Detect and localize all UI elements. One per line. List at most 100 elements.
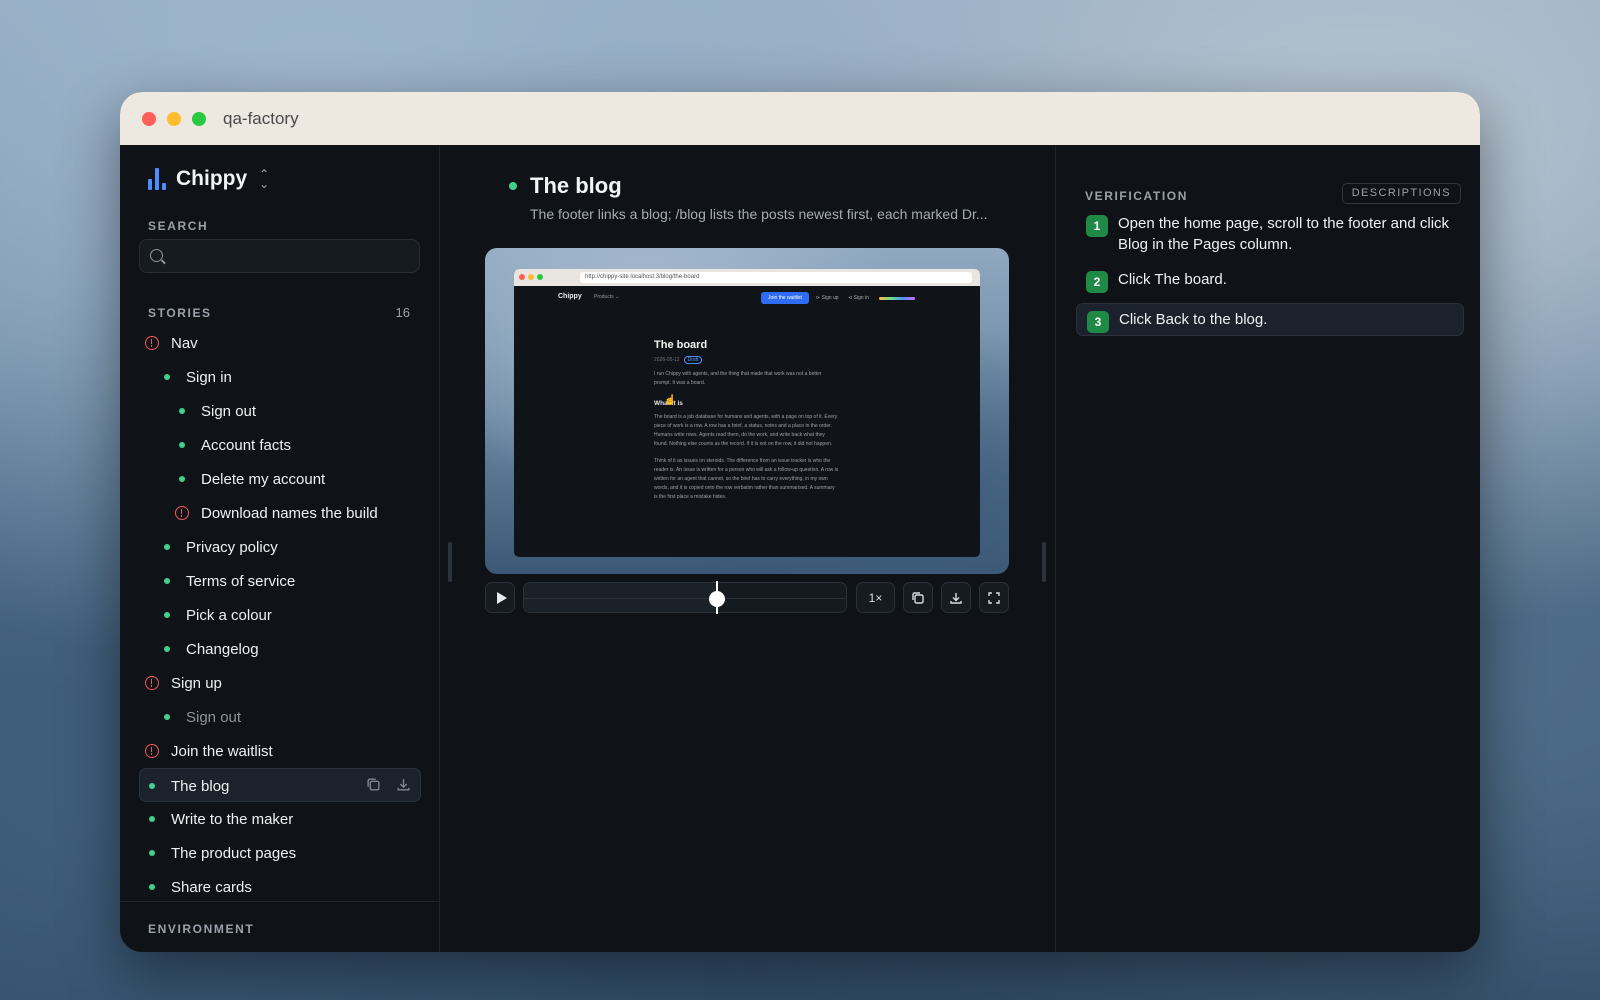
status-dot [149,850,155,856]
story-item[interactable]: Join the waitlist [139,734,421,768]
story-label: Share cards [171,879,252,896]
story-item[interactable]: Sign in [139,360,421,394]
copy-button[interactable] [903,582,933,613]
step-number: 2 [1086,271,1108,293]
story-label: Sign up [171,675,222,692]
preview-brand: Chippy [558,293,582,300]
preview-paragraph-2: Think of it as issues on steroids. The d… [654,458,839,500]
story-label: Account facts [201,437,292,454]
verification-steps: 1 Open the home page, scroll to the foote… [1076,208,1464,336]
status-dot [164,544,170,550]
story-item[interactable]: Sign out [139,394,421,428]
preview-section-heading: What it is [654,400,683,407]
preview-article-title: The board [654,339,708,351]
search-icon [150,249,163,262]
story-list: Nav Sign in Sign out Account facts Delete my… [139,326,421,904]
chevron-up-down-icon: ⌃ ⌄ [259,167,270,191]
playback-speed-button[interactable]: 1× [856,582,895,613]
preview-article-date: 2026-05-12 [654,357,680,363]
pointer-hand-icon: ☝ [664,395,677,406]
story-item[interactable]: The blog [139,768,421,802]
step-text: Open the home page, scroll to the footer… [1118,215,1450,253]
story-label: The blog [171,778,230,795]
fullscreen-button[interactable] [979,582,1009,613]
warning-icon [145,336,159,350]
brand-name: Chippy [176,167,248,190]
step-text: Click Back to the blog. [1119,311,1268,328]
status-dot [149,884,155,890]
download-button[interactable] [941,582,971,613]
download-story-button[interactable] [396,777,412,793]
story-label: Nav [171,335,198,352]
verification-label: VERIFICATION [1085,189,1188,203]
preview-article-meta: 2026-05-12 Draft [654,356,839,364]
story-label: The product pages [171,845,297,862]
preview-paragraph-1: The board is a job database for humans a… [654,414,838,447]
story-label: Join the waitlist [171,743,273,760]
copy-story-button[interactable] [366,777,382,793]
verification-panel: VERIFICATION DESCRIPTIONS 1 Open the home… [1056,145,1480,952]
download-icon [397,779,410,791]
warning-icon [145,744,159,758]
project-switcher[interactable]: Chippy ⌃ ⌄ [148,167,269,191]
step-number: 3 [1087,311,1109,333]
status-dot [149,816,155,822]
story-actions [366,777,412,793]
play-icon [496,591,507,604]
preview-title-bar: http://chippy-site.localhost:3/blog/the-… [514,269,980,286]
story-title: The blog [530,173,622,198]
search-box[interactable] [139,239,420,273]
zoom-window-button[interactable] [192,111,206,126]
story-item[interactable]: Delete my account [139,462,421,496]
preview-sign-in: ⊲ Sign in [848,295,869,301]
status-dot [179,476,185,482]
story-item[interactable]: Share cards [139,870,421,904]
story-label: Delete my account [201,471,326,488]
story-item[interactable]: Write to the maker [139,802,421,836]
story-label: Sign out [186,709,242,726]
story-item[interactable]: Nav [139,326,421,360]
preview-cta: Join the waitlist [761,292,809,304]
verification-step[interactable]: 2 Click The board. [1076,264,1464,295]
story-description: The footer links a blog; /blog lists the… [530,206,988,222]
search-input[interactable] [170,240,410,272]
close-window-button[interactable] [142,111,156,126]
chippy-logo-icon [148,168,166,190]
copy-icon [912,591,924,604]
story-label: Terms of service [186,573,296,590]
playhead-knob[interactable] [709,591,725,607]
story-item[interactable]: Account facts [139,428,421,462]
verification-step[interactable]: 3 Click Back to the blog. [1076,303,1464,336]
story-label: Sign out [201,403,257,420]
environment-label: ENVIRONMENT [148,922,255,936]
title-bar: qa-factory [120,92,1480,145]
preview-article-tag: Draft [683,356,703,364]
right-resize-handle[interactable] [1042,542,1046,582]
status-dot [164,714,170,720]
timeline-track [524,598,846,599]
story-item[interactable]: Sign up [139,666,421,700]
search-label: SEARCH [148,219,209,233]
story-item[interactable]: Terms of service [139,564,421,598]
playback-controls: 1× [485,581,1009,614]
verification-step[interactable]: 1 Open the home page, scroll to the foote… [1076,208,1464,260]
status-dot [164,612,170,618]
story-item[interactable]: Privacy policy [139,530,421,564]
story-item[interactable]: The product pages [139,836,421,870]
play-button[interactable] [485,582,515,613]
window-title: qa-factory [223,108,299,128]
recording-preview[interactable]: http://chippy-site.localhost:3/blog/the-… [485,248,1009,574]
sidebar: Chippy ⌃ ⌄ SEARCH STORIES 16 Nav Sign in Si… [120,145,440,952]
status-dot [179,408,185,414]
timeline-scrubber[interactable] [523,581,847,614]
story-item[interactable]: Pick a colour [139,598,421,632]
story-item[interactable]: Download names the build [139,496,421,530]
stories-count: 16 [395,305,410,320]
minimize-window-button[interactable] [167,111,181,126]
descriptions-button[interactable]: DESCRIPTIONS [1341,183,1461,204]
story-item[interactable]: Changelog [139,632,421,666]
preview-nav: Chippy Products ⌄ Join the waitlist ⊳ Si… [558,292,936,305]
story-label: Sign in [186,369,232,386]
story-item[interactable]: Sign out [139,700,421,734]
left-resize-handle[interactable] [448,542,452,582]
